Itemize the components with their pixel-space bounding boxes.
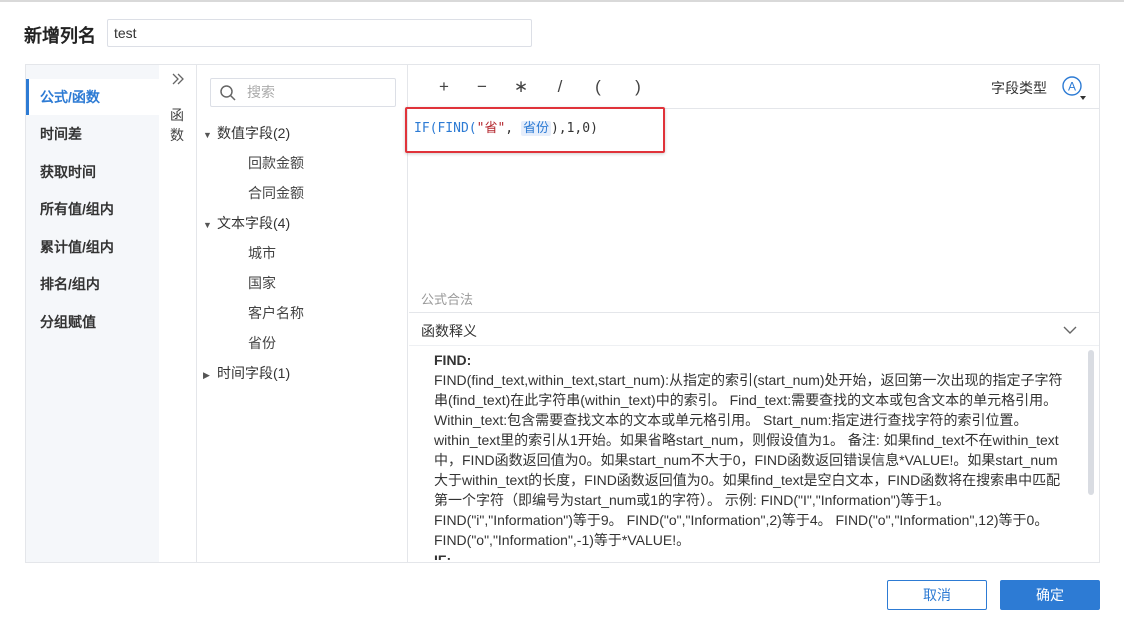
description-body: FIND: FIND(find_text,within_text,start_n… [434,350,1064,560]
function-panel-label[interactable]: 函 数 [168,105,186,145]
category-formula-function[interactable]: 公式/函数 [26,79,159,115]
dialog-title: 新增列名 [24,26,96,46]
description-header[interactable]: 函数释义 [409,312,1099,346]
search-icon [219,84,237,102]
double-chevron-right-icon[interactable] [167,71,189,93]
function-panel: 函 数 [159,65,197,562]
cancel-button[interactable]: 取消 [887,580,987,610]
category-all-values[interactable]: 所有值/组内 [26,191,159,227]
field-item[interactable]: 省份 [248,333,276,353]
formula-editor: + − ∗ / ( ) 字段类型 A IF(FIND("省", 省份),1,0)… [405,65,1099,562]
formula-separator: , [505,121,521,136]
column-name-input[interactable]: test [107,19,532,47]
field-item[interactable]: 客户名称 [248,303,304,323]
formula-string-literal: "省" [476,121,506,136]
formula-part: ),1,0) [550,121,598,136]
field-type-label: 字段类型 [991,80,1047,96]
tree-group-label: 时间字段(1) [217,365,291,381]
tree-group-label: 数值字段(2) [217,125,291,141]
formula-input[interactable]: IF(FIND("省", 省份),1,0) [414,117,598,136]
right-paren-button[interactable]: ) [627,75,649,99]
chevron-down-icon[interactable] [1061,321,1079,339]
operator-toolbar: + − ∗ / ( ) 字段类型 A [409,65,1099,109]
tree-group-label: 文本字段(4) [217,215,291,231]
formula-editor-frame: 公式/函数 时间差 获取时间 所有值/组内 累计值/组内 排名/组内 分组赋值 … [25,64,1100,563]
description-scrollbar[interactable] [1088,350,1094,495]
tree-group-text[interactable]: ▼ 文本字段(4) [203,213,290,233]
caret-down-icon: ▼ [203,130,212,140]
description-title: 函数释义 [421,323,477,339]
next-function-name: IF: [434,552,452,560]
svg-text:A: A [1068,80,1076,94]
formula-part: IF(FIND( [414,121,477,136]
left-paren-button[interactable]: ( [587,75,609,99]
function-label-char-1: 函 [170,107,184,123]
text-type-icon[interactable]: A [1061,75,1087,101]
field-search-input[interactable]: 搜索 [210,78,396,107]
caret-down-icon: ▼ [203,220,212,230]
function-name: FIND: [434,352,472,368]
field-item[interactable]: 国家 [248,273,276,293]
field-tree-panel: 搜索 ▼ 数值字段(2) 回款金额 合同金额 ▼ 文本字段(4) 城市 国家 客户名… [198,65,408,562]
formula-field-token[interactable]: 省份 [520,121,551,136]
plus-operator-button[interactable]: + [433,75,455,99]
field-item[interactable]: 合同金额 [248,183,304,203]
category-group-assign[interactable]: 分组赋值 [26,304,159,340]
tree-group-time[interactable]: ▶ 时间字段(1) [203,363,290,383]
category-time-diff[interactable]: 时间差 [26,116,159,152]
category-rank[interactable]: 排名/组内 [26,266,159,302]
multiply-operator-button[interactable]: ∗ [510,75,532,99]
validation-message: 公式合法 [421,292,474,307]
function-description: FIND(find_text,within_text,start_num):从指… [434,372,1063,548]
divide-operator-button[interactable]: / [549,75,571,99]
field-item[interactable]: 城市 [248,243,276,263]
confirm-button[interactable]: 确定 [1000,580,1100,610]
field-item[interactable]: 回款金额 [248,153,304,173]
tree-group-numeric[interactable]: ▼ 数值字段(2) [203,123,290,143]
function-label-char-2: 数 [170,127,184,143]
category-menu: 公式/函数 时间差 获取时间 所有值/组内 累计值/组内 排名/组内 分组赋值 [26,65,159,562]
search-placeholder: 搜索 [247,84,275,100]
caret-right-icon: ▶ [203,370,210,380]
category-cumulative[interactable]: 累计值/组内 [26,229,159,265]
minus-operator-button[interactable]: − [471,75,493,99]
top-divider [0,0,1124,2]
category-get-time[interactable]: 获取时间 [26,154,159,190]
